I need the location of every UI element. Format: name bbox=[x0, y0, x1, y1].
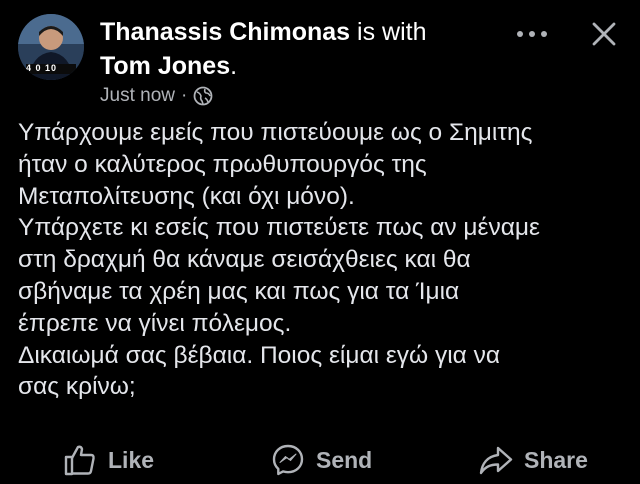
post-text-line: σας κρίνω; bbox=[18, 373, 136, 401]
post-text-line: Υπάρχετε κι εσείς που πιστεύετε πως αν μ… bbox=[18, 214, 540, 242]
close-button[interactable] bbox=[588, 18, 620, 50]
send-button[interactable]: Send bbox=[270, 436, 372, 484]
post-text-line: Δικαιωμά σας βέβαια. Ποιος είμαι εγώ για… bbox=[18, 341, 501, 369]
post-text-line: στη δραχμή θα κάναμε σεισάχθειες και θα bbox=[18, 246, 471, 274]
share-arrow-icon bbox=[478, 442, 514, 478]
thumbs-up-icon bbox=[62, 442, 98, 478]
post-text-line: Υπάρχουμε εμείς που πιστεύουμε ως ο Σημι… bbox=[18, 119, 533, 146]
post-meta: Just now · bbox=[100, 84, 213, 108]
send-label: Send bbox=[316, 446, 373, 473]
author-line: Thanassis Chimonas is with bbox=[100, 16, 427, 48]
post-text: Υπάρχουμε εμείς που πιστεύουμε ως ο Σημι… bbox=[18, 117, 628, 403]
more-dots-icon bbox=[517, 31, 547, 37]
post-text-line: ήταν ο καλύτερος πρωθυπουργός της bbox=[18, 150, 427, 178]
meta-separator: · bbox=[180, 85, 188, 106]
tagged-suffix: . bbox=[230, 52, 238, 80]
with-text: is with bbox=[357, 18, 427, 46]
like-button[interactable]: Like bbox=[62, 436, 154, 484]
like-label: Like bbox=[108, 446, 155, 473]
tagged-name[interactable]: Tom Jones bbox=[100, 52, 230, 80]
more-options-button[interactable] bbox=[512, 20, 552, 48]
close-icon bbox=[592, 22, 616, 46]
post-text-line: έπρεπε να γίνει πόλεμος. bbox=[18, 309, 292, 337]
post-text-line: Μεταπολίτευσης (και όχι μόνο). bbox=[18, 182, 355, 210]
avatar-jersey-text: 4 0 10 bbox=[26, 63, 58, 73]
share-button[interactable]: Share bbox=[478, 436, 588, 484]
action-bar: Like Send Share bbox=[0, 436, 640, 484]
messenger-icon bbox=[270, 442, 306, 478]
avatar[interactable]: 4 0 10 bbox=[18, 14, 84, 80]
tagged-line: Tom Jones. bbox=[100, 50, 237, 82]
share-label: Share bbox=[524, 446, 588, 473]
timestamp[interactable]: Just now bbox=[100, 84, 175, 108]
globe-icon[interactable] bbox=[193, 86, 213, 106]
post-text-line: σβήναμε τα χρέη μας και πως για τα Ίμια bbox=[18, 277, 460, 305]
author-name[interactable]: Thanassis Chimonas bbox=[100, 18, 350, 46]
post-card: 4 0 10 Thanassis Chimonas is with Tom Jo… bbox=[0, 0, 640, 483]
